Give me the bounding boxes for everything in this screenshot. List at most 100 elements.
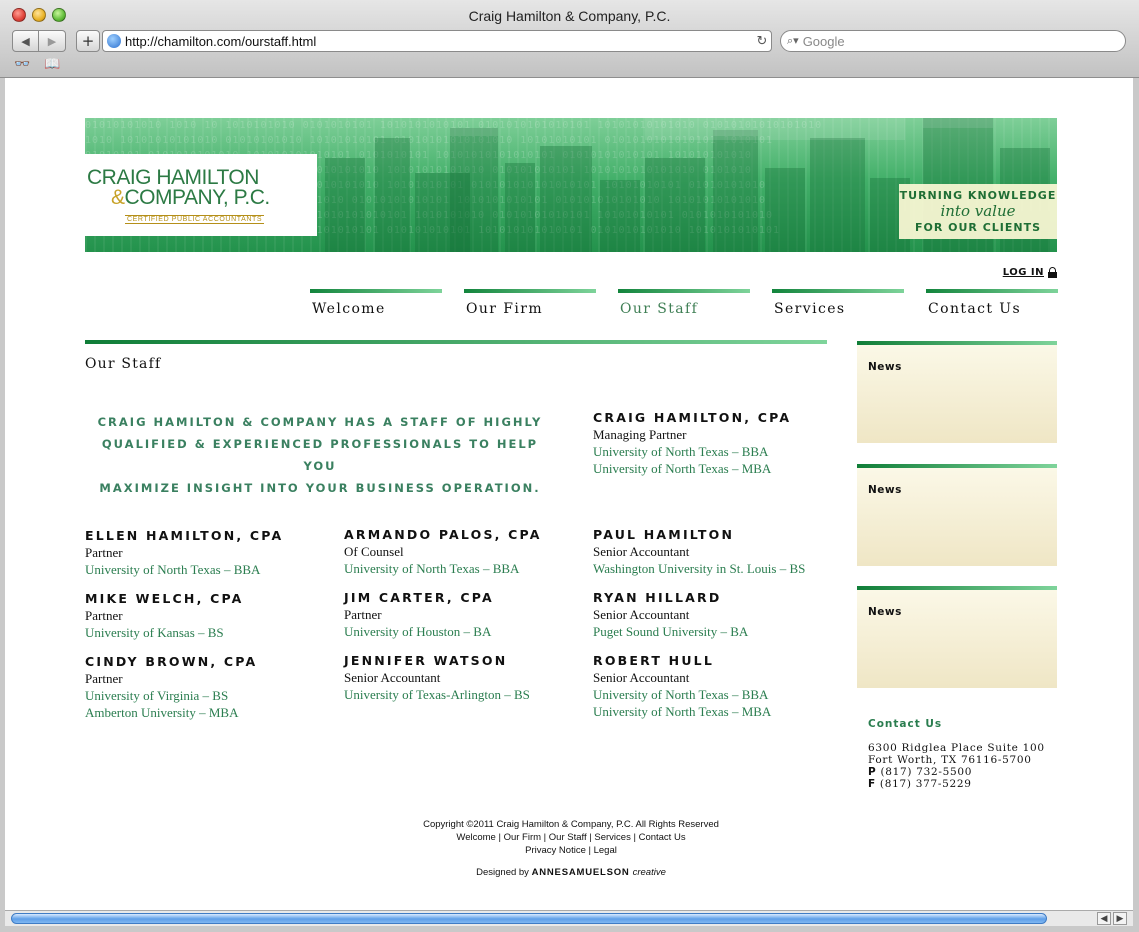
logo-ampersand: & — [111, 186, 125, 209]
staff-role: Partner — [85, 671, 123, 686]
staff-role: Senior Accountant — [593, 670, 690, 685]
staff-education: University of North Texas – BBA — [593, 687, 769, 702]
staff-education: Puget Sound University – BA — [593, 624, 749, 639]
footer-link-privacy[interactable]: Privacy Notice — [525, 845, 586, 856]
nav-item-our-staff[interactable]: Our Staff — [618, 289, 750, 317]
nav-item-welcome[interactable]: Welcome — [310, 289, 442, 317]
scrollbar-thumb[interactable] — [11, 913, 1047, 924]
address-bar[interactable]: http://chamilton.com/ourstaff.html ↻ — [102, 30, 772, 52]
staff-card-lead: CRAIG HAMILTON, CPA Managing Partner Uni… — [593, 409, 791, 477]
horizontal-scrollbar[interactable]: ◀ ▶ — [5, 910, 1133, 926]
staff-education: University of North Texas – MBA — [593, 461, 772, 476]
scroll-left-button[interactable]: ◀ — [1097, 912, 1111, 925]
staff-card: CINDY BROWN, CPA Partner University of V… — [85, 653, 257, 721]
staff-role: Senior Accountant — [593, 544, 690, 559]
intro-line: MAXIMIZE INSIGHT INTO YOUR BUSINESS OPER… — [99, 481, 541, 495]
staff-education: University of Kansas – BS — [85, 625, 224, 640]
header-banner: 01010101010 1010 10 1010101010 010101010… — [85, 118, 1057, 252]
nav-item-services[interactable]: Services — [772, 289, 904, 317]
logo-line-2: &COMPANY, P.C. — [87, 186, 317, 209]
news-box[interactable]: News — [857, 586, 1057, 688]
url-text[interactable]: http://chamilton.com/ourstaff.html — [125, 34, 753, 49]
tagline-line-1: TURNING KNOWLEDGE — [899, 189, 1057, 202]
company-logo[interactable]: CRAIG HAMILTON &COMPANY, P.C. CERTIFIED … — [85, 154, 317, 236]
address-line-2: Fort Worth, TX 76116-5700 — [868, 754, 1032, 766]
reading-list-icon[interactable]: 👓 — [14, 57, 30, 72]
add-bookmark-button[interactable]: + — [76, 30, 100, 52]
history-buttons: ◀ ▶ — [12, 30, 66, 52]
address-line-1: 6300 Ridglea Place Suite 100 — [868, 742, 1045, 754]
staff-name: RYAN HILLARD — [593, 590, 722, 605]
footer-link-welcome[interactable]: Welcome — [456, 832, 495, 843]
news-box[interactable]: News — [857, 341, 1057, 443]
logo-company-text: COMPANY, P.C. — [124, 186, 271, 209]
staff-education: University of Texas-Arlington – BS — [344, 687, 530, 702]
browser-toolbar: Craig Hamilton & Company, P.C. ◀ ▶ + htt… — [0, 0, 1139, 78]
staff-card: ARMANDO PALOS, CPA Of Counsel University… — [344, 526, 542, 577]
fax-row: F (817) 377-5229 — [868, 778, 1045, 790]
nav-item-our-firm[interactable]: Our Firm — [464, 289, 596, 317]
plus-icon: + — [81, 32, 95, 50]
page-content: 01010101010 1010 10 1010101010 010101010… — [85, 118, 1058, 878]
main-navigation: Welcome Our Firm Our Staff Services Cont… — [310, 289, 1058, 317]
page-viewport: 01010101010 1010 10 1010101010 010101010… — [5, 78, 1133, 910]
staff-education: University of North Texas – BBA — [593, 444, 769, 459]
content-divider — [85, 340, 827, 344]
window-title: Craig Hamilton & Company, P.C. — [468, 8, 671, 24]
search-icon[interactable]: ⌕▾ — [787, 34, 799, 48]
footer-link-contact-us[interactable]: Contact Us — [639, 832, 686, 843]
staff-card: MIKE WELCH, CPA Partner University of Ka… — [85, 590, 244, 641]
footer-legal-links: Privacy Notice | Legal — [525, 845, 617, 856]
forward-button[interactable]: ▶ — [39, 30, 66, 52]
contact-block: Contact Us 6300 Ridglea Place Suite 100 … — [868, 718, 1045, 790]
tagline-box: TURNING KNOWLEDGE into value FOR OUR CLI… — [899, 184, 1057, 239]
intro-line: CRAIG HAMILTON & COMPANY HAS A STAFF OF … — [97, 415, 543, 429]
news-heading: News — [868, 606, 902, 618]
reload-icon[interactable]: ↻ — [753, 34, 771, 49]
logo-line-1: CRAIG HAMILTON — [87, 166, 259, 189]
staff-card: JENNIFER WATSON Senior Accountant Univer… — [344, 652, 530, 703]
intro-line: QUALIFIED & EXPERIENCED PROFESSIONALS TO… — [101, 437, 539, 473]
staff-card: ELLEN HAMILTON, CPA Partner University o… — [85, 527, 283, 578]
footer-links: Welcome | Our Firm | Our Staff | Service… — [456, 832, 686, 843]
tagline-line-3: FOR OUR CLIENTS — [914, 221, 1042, 234]
back-button[interactable]: ◀ — [12, 30, 39, 52]
phone-row: P (817) 732-5500 — [868, 766, 1045, 778]
staff-name: ELLEN HAMILTON, CPA — [85, 528, 284, 543]
bookmarks-bar: 👓 📖 — [14, 57, 60, 72]
staff-role: Senior Accountant — [344, 670, 441, 685]
scroll-arrows: ◀ ▶ — [1097, 912, 1127, 925]
staff-education: University of Virginia – BS — [85, 688, 229, 703]
staff-education: University of North Texas – BBA — [85, 562, 261, 577]
designer-name[interactable]: ANNESAMUELSON — [532, 867, 630, 878]
news-box[interactable]: News — [857, 464, 1057, 566]
staff-intro: CRAIG HAMILTON & COMPANY HAS A STAFF OF … — [85, 411, 555, 499]
staff-role: Managing Partner — [593, 427, 687, 442]
contact-title[interactable]: Contact Us — [868, 718, 1045, 730]
nav-item-contact-us[interactable]: Contact Us — [926, 289, 1058, 317]
staff-education: University of North Texas – MBA — [593, 704, 772, 719]
forward-arrow-icon: ▶ — [47, 34, 57, 48]
scroll-right-button[interactable]: ▶ — [1113, 912, 1127, 925]
copyright-text: Copyright ©2011 Craig Hamilton & Company… — [423, 819, 719, 830]
search-field[interactable]: ⌕▾ — [780, 30, 1126, 52]
designer-credit: Designed by ANNESAMUELSON creative — [85, 866, 1057, 879]
staff-name: CINDY BROWN, CPA — [85, 654, 258, 669]
footer-link-legal[interactable]: Legal — [594, 845, 617, 856]
phone-number: (817) 732-5500 — [880, 766, 973, 778]
staff-name: PAUL HAMILTON — [593, 527, 735, 542]
news-heading: News — [868, 361, 902, 373]
search-input[interactable] — [802, 33, 1103, 49]
footer-link-services[interactable]: Services — [594, 832, 630, 843]
login-link[interactable]: LOG IN — [1003, 267, 1057, 278]
news-heading: News — [868, 484, 902, 496]
page-footer: Copyright ©2011 Craig Hamilton & Company… — [85, 818, 1057, 879]
staff-role: Partner — [85, 608, 123, 623]
designer-suffix: creative — [632, 867, 666, 878]
footer-link-our-staff[interactable]: Our Staff — [549, 832, 587, 843]
page-title: Our Staff — [85, 356, 162, 372]
bookmarks-icon[interactable]: 📖 — [44, 57, 60, 72]
logo-subtitle: CERTIFIED PUBLIC ACCOUNTANTS — [125, 215, 265, 224]
globe-icon — [107, 34, 121, 48]
footer-link-our-firm[interactable]: Our Firm — [504, 832, 541, 843]
